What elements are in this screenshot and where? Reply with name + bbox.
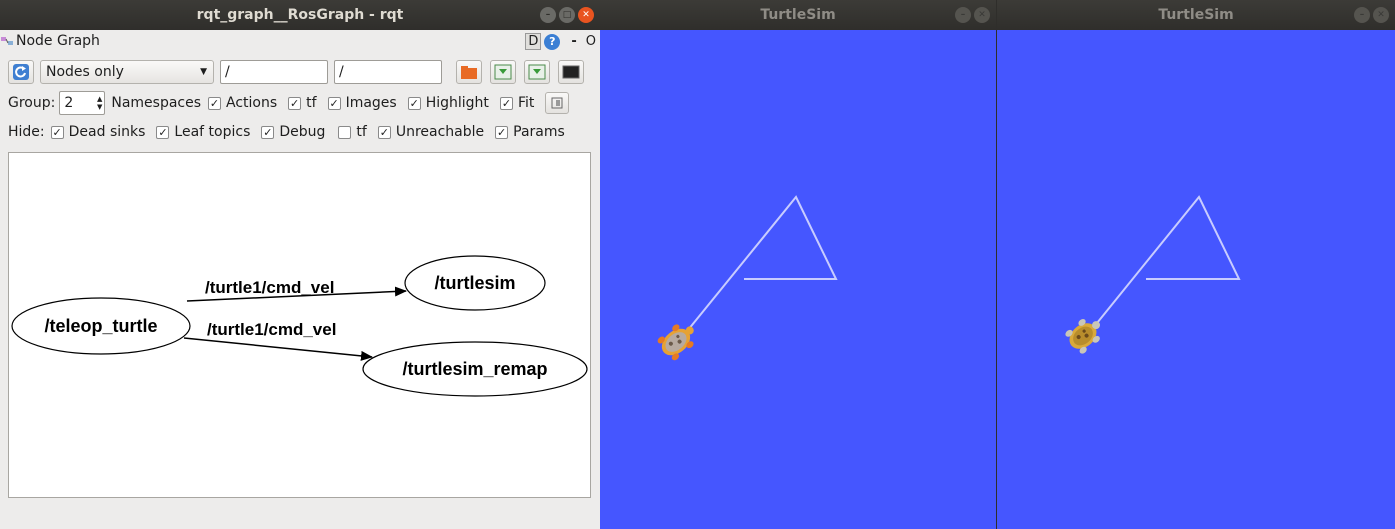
turtle-trail xyxy=(687,195,838,331)
debug-label: Debug xyxy=(279,124,326,140)
chevron-down-icon: ▼ xyxy=(200,67,207,77)
turtlesim-2-title: TurtleSim xyxy=(1158,7,1234,23)
turtlesim-2-titlebar[interactable]: TurtleSim – ✕ xyxy=(997,0,1395,30)
hide-label: Hide: xyxy=(8,124,45,140)
save-svg-button[interactable] xyxy=(524,60,550,84)
minimize-button[interactable]: – xyxy=(1354,7,1370,23)
graph-node-label: /turtlesim_remap xyxy=(402,359,547,379)
graph-edge-label: /turtle1/cmd_vel xyxy=(207,320,336,339)
debug-checkbox[interactable]: ✓ xyxy=(261,125,275,139)
tf-label: tf xyxy=(306,95,317,111)
images-label: Images xyxy=(345,95,397,111)
options-row: Group: 2 ▲ ▼ Namespaces ✓ Actions ✓ tf ✓ … xyxy=(8,91,570,115)
rqt-body: Node Graph D ? - O Nodes only ▼ / / Grou… xyxy=(0,30,600,529)
plugin-controls: D ? - O xyxy=(525,33,596,50)
graph-canvas[interactable]: /teleop_turtle /turtlesim /turtlesim_rem… xyxy=(8,152,591,498)
turtle-trail-svg xyxy=(657,195,838,361)
maximize-button[interactable]: □ xyxy=(559,7,575,23)
tf-checkbox[interactable]: ✓ xyxy=(288,96,302,110)
toolbar-row: Nodes only ▼ / / xyxy=(8,60,584,84)
unreachable-label: Unreachable xyxy=(395,124,485,140)
highlight-label: Highlight xyxy=(425,95,489,111)
turtlesim-2-canvas xyxy=(997,30,1395,529)
hide-row: Hide: ✓ Dead sinks ✓ Leaf topics ✓ Debug… xyxy=(8,124,576,140)
group-spinbox[interactable]: 2 ▲ ▼ xyxy=(59,91,106,115)
graph-edge[interactable] xyxy=(183,337,373,361)
save-as-svg-icon xyxy=(528,64,546,80)
leaf-topics-label: Leaf topics xyxy=(174,124,251,140)
hide-tf-label: tf xyxy=(356,124,367,140)
close-button[interactable]: ✕ xyxy=(974,7,990,23)
params-label: Params xyxy=(513,124,565,140)
group-label: Group: xyxy=(8,95,56,111)
leaf-topics-checkbox[interactable]: ✓ xyxy=(156,125,170,139)
folder-icon xyxy=(461,66,477,79)
group-value: 2 xyxy=(64,95,74,111)
spin-arrows-icon: ▲ ▼ xyxy=(96,95,103,111)
plugin-icon xyxy=(0,34,14,48)
topic-filter-value: / xyxy=(339,64,344,80)
params-checkbox[interactable]: ✓ xyxy=(495,125,509,139)
actions-label: Actions xyxy=(226,95,278,111)
turtlesim-window-2: TurtleSim – ✕ xyxy=(996,0,1395,529)
fit-label: Fit xyxy=(517,95,535,111)
plugin-d-button[interactable]: D xyxy=(525,33,542,50)
node-filter-input[interactable]: / xyxy=(220,60,328,84)
plugin-title: Node Graph xyxy=(16,33,100,49)
help-icon[interactable]: ? xyxy=(544,33,561,50)
hide-tf-checkbox[interactable] xyxy=(338,125,352,139)
fit-in-view-button[interactable] xyxy=(545,92,570,114)
plugin-header: Node Graph xyxy=(0,33,100,49)
turtle-trail-svg xyxy=(1065,195,1241,354)
turtlesim-1-title: TurtleSim xyxy=(760,7,836,23)
refresh-button[interactable] xyxy=(8,60,34,84)
image-icon xyxy=(562,65,580,79)
minimize-button[interactable]: – xyxy=(540,7,556,23)
save-image-button[interactable] xyxy=(558,60,584,84)
topic-filter-input[interactable]: / xyxy=(334,60,442,84)
save-as-dot-icon xyxy=(494,64,512,80)
graph-node-label: /turtlesim xyxy=(434,273,515,293)
graph-edge-label: /turtle1/cmd_vel xyxy=(205,278,334,297)
turtlesim-1-canvas xyxy=(600,30,996,529)
close-button[interactable]: ✕ xyxy=(1373,7,1389,23)
actions-checkbox[interactable]: ✓ xyxy=(208,96,222,110)
graph-node-label: /teleop_turtle xyxy=(44,316,157,336)
fit-view-icon xyxy=(551,97,563,109)
close-button[interactable]: ✕ xyxy=(578,7,594,23)
load-dot-button[interactable] xyxy=(456,60,482,84)
fit-checkbox[interactable]: ✓ xyxy=(499,96,513,110)
plugin-minimize-button[interactable]: - xyxy=(571,34,576,49)
minimize-button[interactable]: – xyxy=(955,7,971,23)
graph-mode-select[interactable]: Nodes only ▼ xyxy=(40,60,214,84)
turtle-trail xyxy=(1092,195,1241,329)
plugin-close-button[interactable]: O xyxy=(586,34,596,49)
highlight-checkbox[interactable]: ✓ xyxy=(407,96,421,110)
turtlesim-1-titlebar[interactable]: TurtleSim – ✕ xyxy=(600,0,996,30)
graph-svg: /teleop_turtle /turtlesim /turtlesim_rem… xyxy=(11,255,588,397)
graph-mode-value: Nodes only xyxy=(46,64,124,80)
unreachable-checkbox[interactable]: ✓ xyxy=(377,125,391,139)
dead-sinks-label: Dead sinks xyxy=(68,124,146,140)
turtle-icon xyxy=(657,324,694,361)
save-dot-button[interactable] xyxy=(490,60,516,84)
rqt-window-title: rqt_graph__RosGraph - rqt xyxy=(196,7,404,23)
dead-sinks-checkbox[interactable]: ✓ xyxy=(50,125,64,139)
rqt-window: rqt_graph__RosGraph - rqt – □ ✕ Node Gra… xyxy=(0,0,600,529)
turtlesim-window-1: TurtleSim – ✕ xyxy=(600,0,996,529)
rqt-titlebar[interactable]: rqt_graph__RosGraph - rqt – □ ✕ xyxy=(0,0,600,30)
images-checkbox[interactable]: ✓ xyxy=(327,96,341,110)
node-filter-value: / xyxy=(225,64,230,80)
namespaces-label: Namespaces xyxy=(111,95,202,111)
refresh-icon xyxy=(13,64,29,80)
